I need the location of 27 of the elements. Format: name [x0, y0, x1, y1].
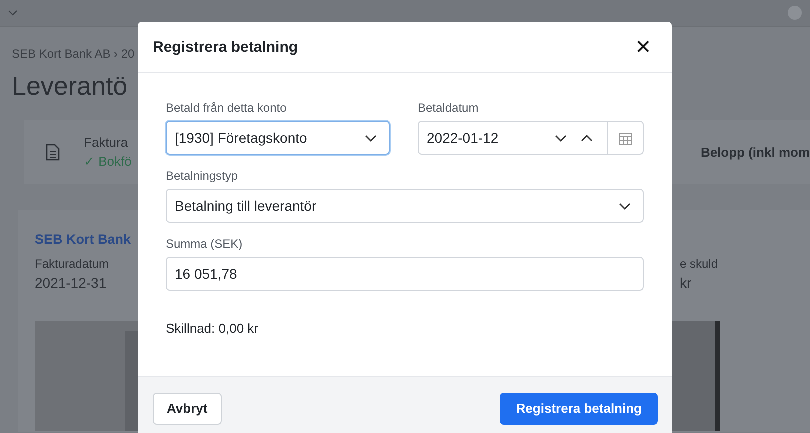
date-label: Fakturadatum	[35, 257, 110, 271]
field-label: Summa (SEK)	[166, 237, 244, 251]
invoice-label: Faktura	[84, 135, 130, 150]
chevron-down-icon[interactable]	[555, 134, 567, 142]
document-icon	[46, 144, 60, 160]
chevron-up-icon[interactable]	[581, 134, 593, 142]
select-field[interactable]: [1930] Företagskonto	[166, 121, 390, 155]
status-text: ✓ Bokfö	[84, 154, 132, 169]
cancel-button[interactable]: Avbryt	[153, 392, 222, 424]
page-title: Leverantö	[12, 71, 128, 102]
close-button[interactable]: ✕	[633, 34, 654, 60]
amount-heading: Belopp (inkl mom	[700, 144, 810, 160]
dialog-title: Registrera betalning	[153, 38, 298, 56]
field-label: Betald från detta konto	[166, 101, 288, 115]
field-label: Betalningstyp	[166, 169, 240, 183]
breadcrumb: SEB Kort Bank AB › 20	[12, 47, 135, 61]
debt-label: e skuld	[680, 257, 718, 271]
date-field[interactable]: 2022-01-12	[418, 121, 644, 155]
invoice-date: 2021-12-31	[35, 275, 108, 291]
difference-text: Skillnad: 0,00 kr	[165, 320, 260, 338]
chevron-down-icon[interactable]	[619, 202, 631, 210]
chevron-down-icon[interactable]	[365, 134, 377, 142]
select-field[interactable]: Betalning till leverantör	[166, 189, 644, 223]
debt-amount: kr	[680, 275, 693, 291]
field-label: Betaldatum	[418, 101, 480, 115]
input-field[interactable]: 16 051,78	[166, 257, 644, 291]
register-button[interactable]: Registrera betalning	[500, 392, 658, 424]
